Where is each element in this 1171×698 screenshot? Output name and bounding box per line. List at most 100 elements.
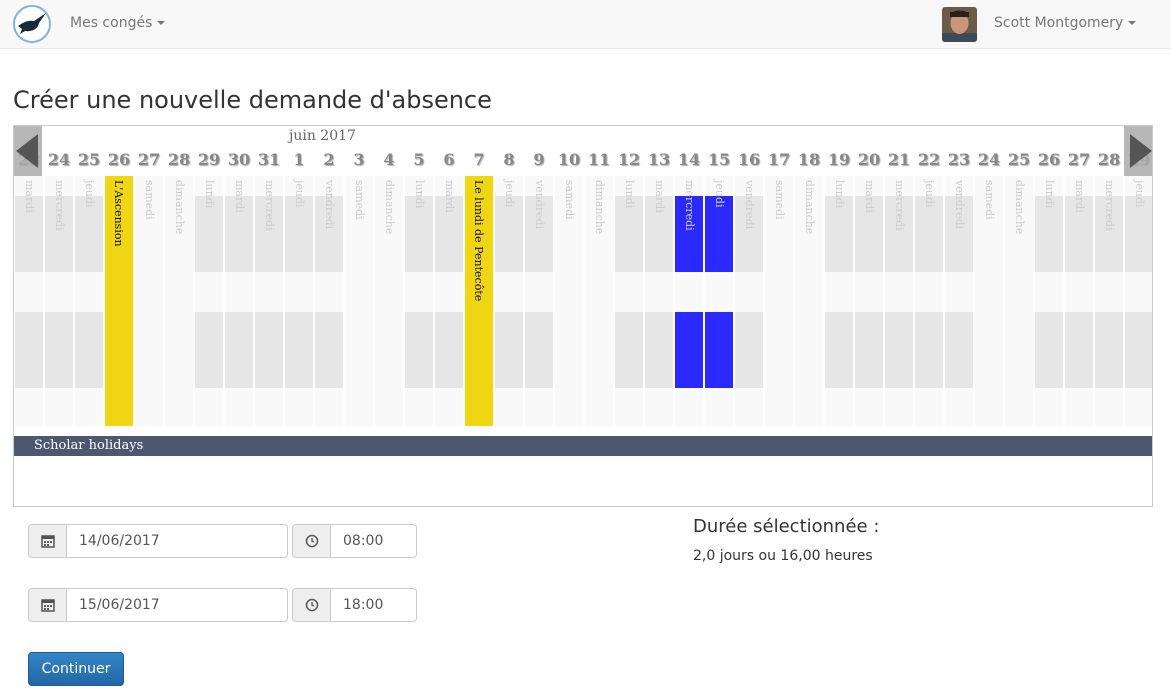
work-slot[interactable] [915,312,943,388]
day-column[interactable]: vendredi [315,176,343,426]
day-name: dimanche [383,180,396,235]
arrow-right-icon [1130,134,1152,168]
work-slot[interactable] [285,312,313,388]
work-slot[interactable] [945,312,973,388]
day-column[interactable]: samedi [345,176,373,426]
work-slot[interactable] [495,312,523,388]
work-slot[interactable] [645,312,673,388]
day-column[interactable]: mercredi [1095,176,1123,426]
day-column[interactable]: lundi [405,176,433,426]
end-time-input[interactable] [331,588,417,622]
end-date-input[interactable] [67,588,288,622]
work-slot[interactable] [615,312,643,388]
work-slot[interactable] [75,312,103,388]
continue-button[interactable]: Continuer [28,652,124,686]
user-menu[interactable]: Scott Montgomery [994,15,1137,31]
work-slot[interactable] [225,312,253,388]
work-slot[interactable] [1035,312,1063,388]
calendar-icon[interactable] [28,588,67,622]
work-slot[interactable] [1095,312,1123,388]
work-slot[interactable] [315,312,343,388]
day-column[interactable]: mardi [1065,176,1093,426]
day-column[interactable]: dimanche [165,176,193,426]
day-number: 26 [107,150,131,169]
work-slot[interactable] [735,312,763,388]
day-column[interactable]: mardi [225,176,253,426]
day-column[interactable]: dimanche [1005,176,1033,426]
work-slot[interactable] [405,312,433,388]
day-column[interactable]: jeudi [705,176,733,426]
mes-conges-menu[interactable]: Mes congés [70,15,166,31]
day-column[interactable]: lundi [1035,176,1063,426]
calendar-prev-button[interactable] [14,126,42,176]
day-column[interactable]: mercredi [675,176,703,426]
swallow-logo-icon[interactable] [12,4,52,44]
day-number: 19 [827,150,851,169]
day-column[interactable]: mardi [645,176,673,426]
end-date-group [28,588,288,622]
day-column[interactable]: lundi [615,176,643,426]
day-column[interactable]: mercredi [255,176,283,426]
selected-slot[interactable] [675,312,703,388]
day-name: samedi [353,180,366,220]
day-number: 6 [443,150,455,169]
clock-icon[interactable] [292,524,331,558]
day-column[interactable]: dimanche [375,176,403,426]
day-column[interactable]: dimanche [585,176,613,426]
work-slot[interactable] [1125,312,1152,388]
day-name: mercredi [683,180,696,231]
calendar-icon[interactable] [28,524,67,558]
work-slot[interactable] [525,312,553,388]
day-name: mercredi [893,180,906,231]
day-name: samedi [563,180,576,220]
day-column[interactable]: lundi [825,176,853,426]
holiday-name: Le lundi de Pentecôte [472,180,485,302]
day-column[interactable]: samedi [765,176,793,426]
day-column[interactable]: samedi [135,176,163,426]
day-number: 25 [77,150,101,169]
day-column[interactable]: samedi [555,176,583,426]
day-name: mercredi [1103,180,1116,231]
start-time-input[interactable] [331,524,417,558]
day-number: 7 [473,150,485,169]
work-slot[interactable] [825,312,853,388]
work-slot[interactable] [45,312,73,388]
work-slot[interactable] [15,312,43,388]
day-name: dimanche [803,180,816,235]
day-column[interactable]: Le lundi de Pentecôte [465,176,493,426]
day-column[interactable]: mardi [15,176,43,426]
day-column[interactable]: jeudi [915,176,943,426]
day-number: 5 [413,150,425,169]
user-avatar[interactable] [942,7,977,42]
day-column[interactable]: jeudi [495,176,523,426]
absence-calendar[interactable]: juin 2017 23mardi24mercredi25jeudi26L'As… [13,125,1153,507]
day-column[interactable]: mercredi [45,176,73,426]
day-column[interactable]: mercredi [885,176,913,426]
work-slot[interactable] [435,312,463,388]
caret-down-icon [157,21,166,25]
day-column[interactable]: vendredi [525,176,553,426]
work-slot[interactable] [885,312,913,388]
clock-icon[interactable] [292,588,331,622]
day-column[interactable]: L'Ascension [105,176,133,426]
day-column[interactable]: vendredi [945,176,973,426]
day-column[interactable]: jeudi [75,176,103,426]
day-column[interactable]: jeudi [1125,176,1152,426]
day-number: 24 [977,150,1001,169]
day-column[interactable]: jeudi [285,176,313,426]
day-column[interactable]: vendredi [735,176,763,426]
day-column[interactable]: samedi [975,176,1003,426]
work-slot[interactable] [1065,312,1093,388]
calendar-next-button[interactable] [1124,126,1152,176]
day-number: 18 [797,150,821,169]
day-number: 11 [587,150,611,169]
day-column[interactable]: dimanche [795,176,823,426]
work-slot[interactable] [255,312,283,388]
work-slot[interactable] [195,312,223,388]
day-column[interactable]: lundi [195,176,223,426]
day-column[interactable]: mardi [855,176,883,426]
selected-slot[interactable] [705,312,733,388]
day-column[interactable]: mardi [435,176,463,426]
start-date-input[interactable] [67,524,288,558]
work-slot[interactable] [855,312,883,388]
